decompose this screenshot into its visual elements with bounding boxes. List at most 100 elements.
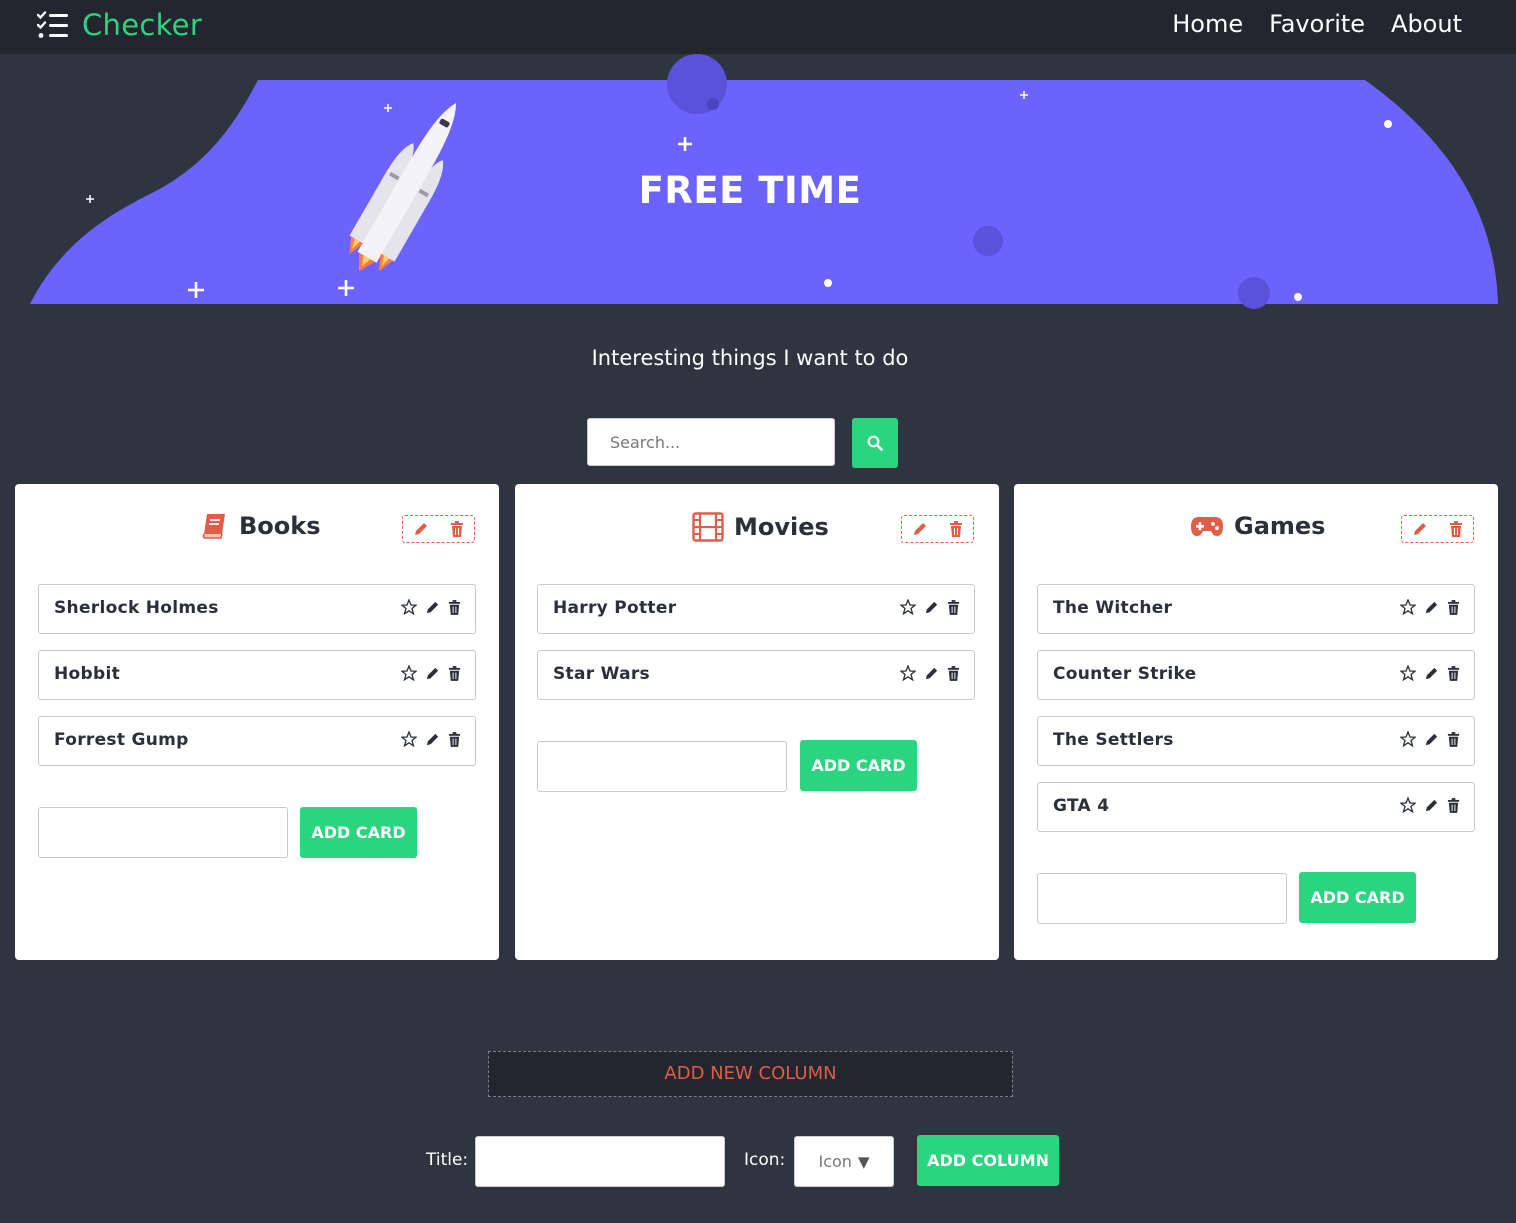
caret-down-icon: ▼ — [857, 1152, 870, 1171]
delete-column-button[interactable] — [450, 521, 464, 537]
edit-card-button[interactable] — [425, 666, 440, 681]
star-icon — [900, 665, 916, 681]
nav-home-link[interactable]: Home — [1172, 10, 1243, 38]
column-header: Games — [1014, 512, 1498, 546]
star-icon — [1400, 599, 1416, 615]
add-card-button[interactable]: ADD CARD — [800, 740, 917, 791]
trash-icon — [947, 665, 960, 681]
edit-card-button[interactable] — [1424, 600, 1439, 615]
trash-icon — [1447, 599, 1460, 615]
card[interactable]: The Witcher — [1037, 584, 1475, 634]
nav-favorite-link[interactable]: Favorite — [1269, 10, 1365, 38]
favorite-card-button[interactable] — [401, 599, 417, 615]
new-card-input[interactable] — [38, 807, 288, 858]
card[interactable]: Harry Potter — [537, 584, 975, 634]
trash-icon — [1447, 797, 1460, 813]
card-title: Harry Potter — [553, 598, 677, 618]
favorite-card-button[interactable] — [1400, 797, 1416, 813]
trash-icon — [1447, 665, 1460, 681]
trash-icon — [1447, 731, 1460, 747]
card[interactable]: Forrest Gump — [38, 716, 476, 766]
favorite-card-button[interactable] — [401, 665, 417, 681]
favorite-card-button[interactable] — [900, 599, 916, 615]
icon-label: Icon: — [744, 1150, 786, 1170]
edit-card-button[interactable] — [924, 666, 939, 681]
page-subtitle: Interesting things I want to do — [591, 346, 909, 370]
delete-column-button[interactable] — [1449, 521, 1463, 537]
star-icon — [1400, 665, 1416, 681]
delete-card-button[interactable] — [448, 731, 461, 747]
pencil-icon — [925, 601, 938, 613]
favorite-card-button[interactable] — [1400, 665, 1416, 681]
card[interactable]: GTA 4 — [1037, 782, 1475, 832]
gamepad-icon — [1191, 517, 1223, 536]
delete-card-button[interactable] — [448, 665, 461, 681]
delete-card-button[interactable] — [1447, 665, 1460, 681]
add-new-column-toggle[interactable]: ADD NEW COLUMN — [488, 1051, 1013, 1097]
card[interactable]: Counter Strike — [1037, 650, 1475, 700]
column-header: Books — [15, 512, 499, 546]
app-name: Checker — [82, 8, 203, 42]
add-card-button[interactable]: ADD CARD — [1299, 872, 1416, 923]
add-card-button[interactable]: ADD CARD — [300, 807, 417, 858]
card-title: Counter Strike — [1053, 664, 1197, 684]
edit-column-button[interactable] — [1412, 521, 1428, 537]
search-input[interactable] — [587, 418, 835, 466]
edit-card-button[interactable] — [425, 600, 440, 615]
pencil-icon — [1414, 523, 1427, 535]
pencil-icon — [426, 667, 439, 679]
edit-column-button[interactable] — [912, 521, 928, 537]
delete-card-button[interactable] — [448, 599, 461, 615]
delete-card-button[interactable] — [1447, 797, 1460, 813]
card[interactable]: Hobbit — [38, 650, 476, 700]
column-games: Games The Witcher Counter Strike The Set… — [1014, 484, 1498, 960]
pencil-icon — [415, 523, 428, 535]
delete-card-button[interactable] — [947, 665, 960, 681]
pencil-icon — [426, 733, 439, 745]
edit-card-button[interactable] — [1424, 798, 1439, 813]
edit-card-button[interactable] — [425, 732, 440, 747]
search-button[interactable] — [852, 418, 898, 468]
nav-about-link[interactable]: About — [1391, 10, 1462, 38]
delete-column-button[interactable] — [949, 521, 963, 537]
card[interactable]: The Settlers — [1037, 716, 1475, 766]
edit-column-button[interactable] — [413, 521, 429, 537]
delete-card-button[interactable] — [947, 599, 960, 615]
icon-select[interactable]: Icon ▼ — [794, 1136, 894, 1187]
nav-links: Home Favorite About — [1172, 10, 1462, 38]
column-title: Books — [239, 512, 321, 540]
new-card-input[interactable] — [537, 741, 787, 792]
trash-icon — [1449, 521, 1462, 537]
brand[interactable]: Checker — [37, 8, 202, 42]
new-card-input[interactable] — [1037, 873, 1287, 924]
trash-icon — [448, 665, 461, 681]
column-title: Games — [1234, 512, 1326, 540]
column-movies: Movies Harry Potter Star Wars ADD CARD — [515, 484, 999, 960]
edit-card-button[interactable] — [924, 600, 939, 615]
favorite-card-button[interactable] — [900, 665, 916, 681]
pencil-icon — [925, 667, 938, 679]
favorite-card-button[interactable] — [1400, 731, 1416, 747]
column-actions — [901, 515, 974, 543]
icon-select-value: Icon — [818, 1152, 852, 1171]
navbar: Checker Home Favorite About — [0, 0, 1516, 54]
delete-card-button[interactable] — [1447, 599, 1460, 615]
add-column-button[interactable]: ADD COLUMN — [917, 1135, 1059, 1186]
card-title: Star Wars — [553, 664, 650, 684]
column-title: Movies — [734, 513, 829, 541]
delete-card-button[interactable] — [1447, 731, 1460, 747]
column-header: Movies — [515, 512, 999, 546]
pencil-icon — [1425, 667, 1438, 679]
card-title: The Witcher — [1053, 598, 1173, 618]
favorite-card-button[interactable] — [401, 731, 417, 747]
edit-card-button[interactable] — [1424, 732, 1439, 747]
card[interactable]: Sherlock Holmes — [38, 584, 476, 634]
column-title-input[interactable] — [475, 1136, 725, 1187]
title-label: Title: — [426, 1150, 469, 1170]
star-icon — [401, 731, 417, 747]
pencil-icon — [914, 523, 927, 535]
card[interactable]: Star Wars — [537, 650, 975, 700]
edit-card-button[interactable] — [1424, 666, 1439, 681]
favorite-card-button[interactable] — [1400, 599, 1416, 615]
column-actions — [402, 515, 475, 543]
